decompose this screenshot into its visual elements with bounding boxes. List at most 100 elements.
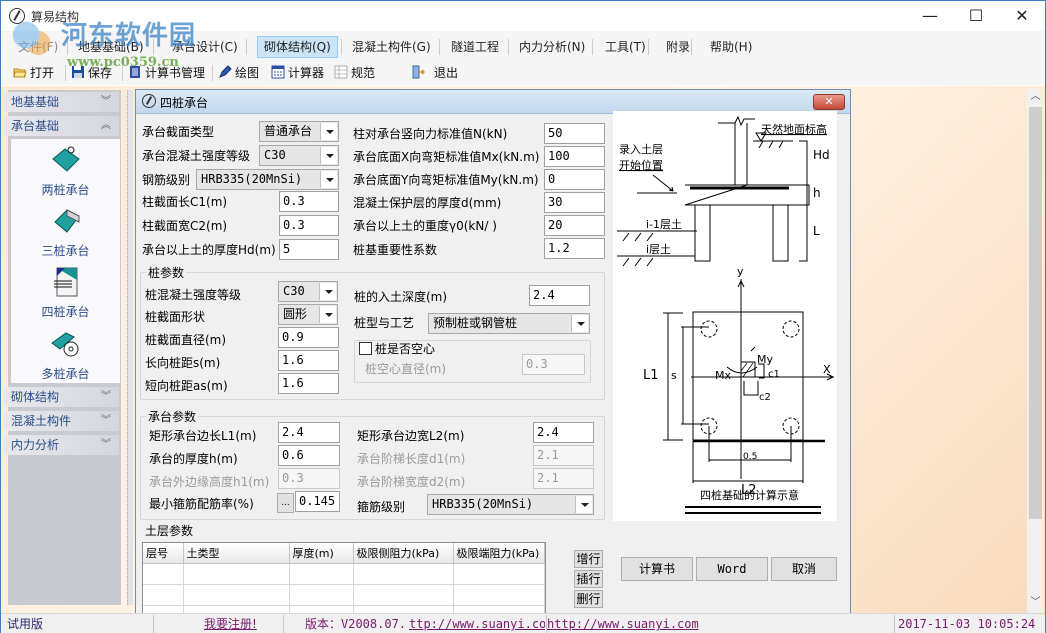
pen-icon [219,65,232,78]
table-cell[interactable] [143,563,184,585]
moment-y-input[interactable]: 0 [544,169,605,190]
menu-concrete[interactable]: 混凝土构件(G) [345,36,438,58]
menu-tunnel[interactable]: 隧道工程 [444,36,506,58]
sidebar-tool-two-pile[interactable]: 两桩承台 [11,145,120,198]
soil-thickness-input[interactable]: 5 [279,239,339,260]
pile-shape-select[interactable]: 圆形 [278,304,338,325]
vertical-scrollbar[interactable]: ︿ ﹀ [1027,89,1044,613]
insert-row-button[interactable]: 插行 [574,570,603,588]
sidebar-tool-four-pile[interactable]: 四桩承台 [11,267,120,320]
word-button[interactable]: Word [696,557,768,581]
step-length-input[interactable]: 2.1 [533,445,594,466]
column-length-input[interactable]: 0.3 [279,191,339,212]
sidebar-section-foundation[interactable]: 地基基础 ︾ [4,92,119,112]
pile-depth-input[interactable]: 2.4 [529,285,590,306]
cap-width-input[interactable]: 2.4 [533,422,594,443]
menu-help[interactable]: 帮助(H) [703,36,759,58]
delete-row-button[interactable]: 删行 [574,590,603,608]
open-button[interactable]: 打开 [13,63,54,83]
table-cell[interactable] [289,584,354,606]
cover-input[interactable]: 30 [544,192,605,213]
moment-x-input[interactable]: 100 [544,146,605,167]
column-header[interactable]: 极限侧阻力(kPa) [353,543,454,564]
menu-masonry[interactable]: 砌体结构(Q) [257,36,338,58]
cancel-button[interactable]: 取消 [771,557,837,581]
stirrup-grade-value: HRB335(20MnSi) [432,497,534,511]
draw-label: 绘图 [235,66,260,80]
step-width-input[interactable]: 2.1 [533,468,594,489]
table-cell[interactable] [453,563,545,585]
min-ratio-input[interactable]: 0.145 [295,491,340,512]
column-header[interactable]: 土类型 [183,543,290,564]
calculator-button[interactable]: 计算器 [271,63,324,83]
sidebar-tool-multi-pile[interactable]: 多桩承台 [11,329,120,382]
maximize-button[interactable]: ☐ [953,1,999,31]
website-link-2[interactable]: http://www.suanyi.com [547,616,699,632]
hollow-diameter-input[interactable]: 0.3 [522,354,585,375]
soil-weight-input[interactable]: 20 [544,215,605,236]
menu-internal-force[interactable]: 内力分析(N) [512,36,592,58]
app-window: 算易结构 — ☐ ✕ 文件(F) 地基基础(B) 承台设计(C) 砌体结构(Q)… [0,0,1046,633]
scroll-up-icon[interactable]: ︿ [1027,89,1044,105]
section-type-select[interactable]: 普通承台 [259,121,339,142]
add-row-button[interactable]: 增行 [574,550,603,568]
table-cell[interactable] [143,584,184,606]
min-ratio-label: 最小箍筋配筋率(%) [149,497,254,511]
moment-y-label: 承台底面Y向弯矩标准值My(kN.m) [353,173,539,187]
table-cell[interactable] [183,563,290,585]
website-link-1[interactable]: ttp://www.suanyi.co [409,616,545,632]
menu-tools[interactable]: 工具(T) [598,36,653,58]
spacing-short-input[interactable]: 1.6 [278,373,339,394]
report-button[interactable]: 计算书 [621,557,693,581]
min-ratio-picker-button[interactable]: ... [277,493,294,513]
column-header[interactable]: 厚度(m) [289,543,354,564]
sidebar-section-pile-cap[interactable]: 承台基础 ︽ [4,116,119,136]
register-link[interactable]: 我要注册! [204,616,257,632]
pile-diameter-input[interactable]: 0.9 [278,327,339,348]
edge-height-input[interactable]: 0.3 [278,468,340,489]
scroll-down-icon[interactable]: ﹀ [1027,595,1044,611]
cap-concrete-grade-select[interactable]: C30 [259,145,339,166]
pile-type-select[interactable]: 预制桩或钢管桩 [428,313,590,334]
table-cell[interactable] [353,563,454,585]
four-pile-cap-icon [53,267,77,297]
code-label: 规范 [351,66,376,80]
dialog-close-button[interactable]: ✕ [813,94,845,110]
table-cell[interactable] [353,584,454,606]
exit-button[interactable]: 退出 [411,63,458,83]
cap-length-input[interactable]: 2.4 [278,422,340,443]
rebar-grade-select[interactable]: HRB335(20MnSi) [196,169,339,190]
minimize-button[interactable]: — [907,1,953,31]
hollow-checkbox[interactable] [359,342,372,355]
spacing-long-input[interactable]: 1.6 [278,350,339,371]
table-cell[interactable] [289,563,354,585]
pile-concrete-grade-select[interactable]: C30 [278,281,338,302]
l-label: L [813,224,820,238]
dialog-logo-icon [142,94,156,108]
table-cell[interactable] [183,584,290,606]
sidebar-section-internal-force[interactable]: 内力分析 ︾ [4,435,119,455]
sidebar-section-masonry[interactable]: 砌体结构 ︾ [4,387,119,407]
sidebar-tool-three-pile[interactable]: 三桩承台 [11,206,120,259]
close-button[interactable]: ✕ [999,1,1045,31]
spacing-long-label: 长向桩距s(m) [145,356,221,370]
rebar-grade-label: 钢筋级别 [142,173,191,187]
pile-params-title: 桩参数 [146,264,187,281]
sidebar-splitter[interactable] [127,90,133,605]
code-button[interactable]: 规范 [334,63,375,83]
status-separator [153,615,154,633]
axial-force-input[interactable]: 50 [544,123,605,144]
draw-button[interactable]: 绘图 [218,63,259,83]
ground-level-label: 天然地面标高 [761,122,827,136]
diagram-svg: 天然地面标高 录入土层 开始位置 Hd h L i-1层土 i层土 y X Mx… [617,115,835,514]
column-width-input[interactable]: 0.3 [279,215,339,236]
column-header[interactable]: 极限端阻力(kPa) [453,543,545,564]
column-header[interactable]: 层号 [143,543,184,564]
importance-input[interactable]: 1.2 [544,238,605,259]
sidebar-section-concrete[interactable]: 混凝土构件 ︾ [4,411,119,431]
ground-break-line [718,115,755,127]
cap-thickness-input[interactable]: 0.6 [278,445,340,466]
stirrup-grade-select[interactable]: HRB335(20MnSi) [427,494,594,515]
scrollbar-thumb[interactable] [1029,107,1042,519]
table-cell[interactable] [453,584,545,606]
